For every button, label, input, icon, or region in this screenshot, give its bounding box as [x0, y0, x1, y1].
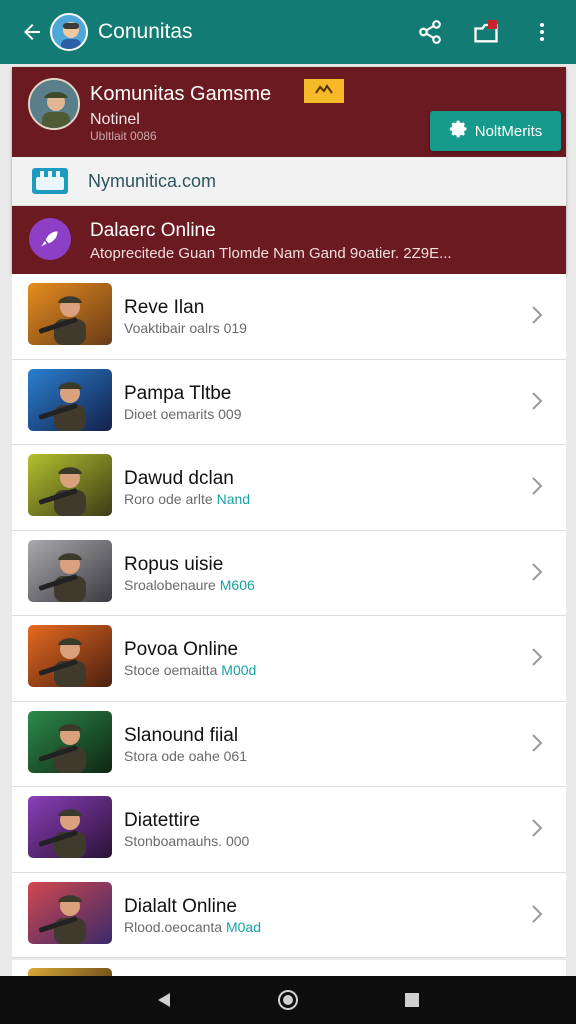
home-circle-icon[interactable]: [272, 984, 304, 1016]
game-subtitle-text: Stoce oemaitta: [124, 662, 222, 678]
game-thumbnail: [28, 796, 112, 858]
game-subtitle-accent: M0ad: [225, 918, 261, 935]
game-subtitle: Voaktibair oalrs 019: [124, 320, 247, 336]
online-description: Atoprecitede Guan Tlomde Nam Gand 9oatie…: [90, 245, 452, 262]
chevron-right-icon: [530, 903, 544, 925]
game-subtitle-accent: Nand: [216, 491, 251, 507]
game-subtitle: Roro ode arlte Nand: [124, 491, 250, 507]
list-item[interactable]: Diatettire Stonboamauhs. 000: [12, 787, 566, 873]
chevron-right-icon: [530, 732, 544, 754]
notification-settings-button[interactable]: NoltMerits: [430, 111, 561, 151]
game-thumbnail: [28, 625, 112, 687]
game-subtitle: Rlood.oeocanta M0ad: [124, 919, 261, 935]
verified-badge: [304, 79, 344, 103]
community-meta: Ubltlait 0086: [90, 129, 157, 143]
system-nav-bar: [0, 976, 576, 1024]
list-item[interactable]: Ropus uisie Sroalobenaure M606: [12, 530, 566, 616]
game-subtitle-accent: M00d: [221, 662, 257, 678]
game-title: Reve Ilan: [124, 297, 205, 318]
community-card: Komunitas Gamsme Notinel Ubltlait 0086 N…: [12, 67, 566, 274]
top-app-bar: Conunitas: [0, 0, 576, 64]
game-title: Dawud dclan: [124, 468, 234, 489]
chevron-right-icon: [530, 817, 544, 839]
website-row[interactable]: Nymunitica.com: [12, 157, 566, 206]
back-triangle-icon[interactable]: [148, 984, 180, 1016]
website-icon: [32, 168, 68, 194]
game-title: Povoa Online: [124, 639, 239, 660]
arrow-back-icon[interactable]: [14, 14, 50, 50]
community-logo[interactable]: [28, 78, 80, 130]
game-thumbnail: [28, 283, 112, 345]
game-subtitle-accent: M606: [219, 576, 255, 593]
unread-dot: [488, 20, 497, 29]
game-title: Slanound fiial: [124, 724, 239, 746]
game-subtitle: Stonboamauhs. 000: [124, 833, 249, 849]
list-item[interactable]: Slanound fiial Stora ode oahe 061: [12, 701, 566, 787]
game-thumbnail: [28, 710, 112, 773]
game-thumbnail: [28, 881, 112, 944]
share-icon[interactable]: [410, 12, 450, 52]
chevron-right-icon: [530, 475, 544, 497]
game-title: Ropus uisie: [124, 553, 224, 575]
website-link[interactable]: Nymunitica.com: [88, 171, 216, 192]
game-thumbnail: [28, 454, 112, 516]
recents-square-icon[interactable]: [396, 984, 428, 1016]
more-vert-icon[interactable]: [522, 12, 562, 52]
rocket-icon: [29, 218, 71, 260]
game-subtitle-text: Stora ode oahe 061: [124, 747, 247, 764]
game-thumbnail: [28, 539, 112, 602]
list-item[interactable]: Pampa Tltbe Dioet oemarits 009: [12, 359, 566, 445]
chevron-right-icon: [530, 561, 544, 583]
online-title: Dalaerc Online: [90, 220, 216, 241]
online-banner[interactable]: Dalaerc Online Atoprecitede Guan Tlomde …: [12, 206, 566, 274]
game-subtitle-text: Sroalobenaure: [124, 576, 220, 593]
game-subtitle-text: Rlood.oeocanta: [124, 918, 226, 935]
game-title: Diatettire: [124, 810, 201, 831]
notification-badge-icon[interactable]: [466, 12, 506, 52]
community-avatar[interactable]: [50, 13, 88, 51]
game-list: Reve Ilan Voaktibair oalrs 019 Pampa Tlt…: [12, 274, 566, 958]
community-subtitle: Notinel: [90, 111, 140, 128]
community-title: Komunitas Gamsme: [90, 83, 272, 105]
game-subtitle-text: Dioet oemarits 009: [124, 405, 242, 422]
game-subtitle-text: Voaktibair oalrs 019: [124, 320, 247, 336]
game-subtitle-text: Stonboamauhs. 000: [124, 833, 250, 849]
chevron-right-icon: [530, 646, 544, 668]
list-item[interactable]: Dawud dclan Roro ode arlte Nand: [12, 445, 566, 531]
notification-settings-label: NoltMerits: [474, 122, 543, 140]
gear-icon: [449, 119, 469, 143]
chevron-right-icon: [530, 390, 544, 412]
game-subtitle: Stora ode oahe 061: [124, 748, 247, 764]
list-item[interactable]: Povoa Online Stoce oemaitta M00d: [12, 616, 566, 702]
game-subtitle-text: Roro ode arlte: [124, 491, 217, 507]
game-subtitle: Sroalobenaure M606: [124, 577, 255, 593]
list-item[interactable]: Reve Ilan Voaktibair oalrs 019: [12, 274, 566, 360]
app-bar-title: Conunitas: [98, 20, 193, 43]
game-subtitle: Stoce oemaitta M00d: [124, 662, 256, 678]
game-subtitle: Dioet oemarits 009: [124, 406, 242, 422]
game-title: Dialalt Online: [124, 895, 237, 917]
game-thumbnail: [28, 368, 112, 431]
community-header: Komunitas Gamsme Notinel Ubltlait 0086 N…: [12, 67, 566, 157]
chevron-right-icon: [530, 304, 544, 326]
list-item-partial[interactable]: [12, 960, 566, 984]
list-item[interactable]: Dialalt Online Rlood.oeocanta M0ad: [12, 872, 566, 958]
game-title: Pampa Tltbe: [124, 382, 232, 404]
